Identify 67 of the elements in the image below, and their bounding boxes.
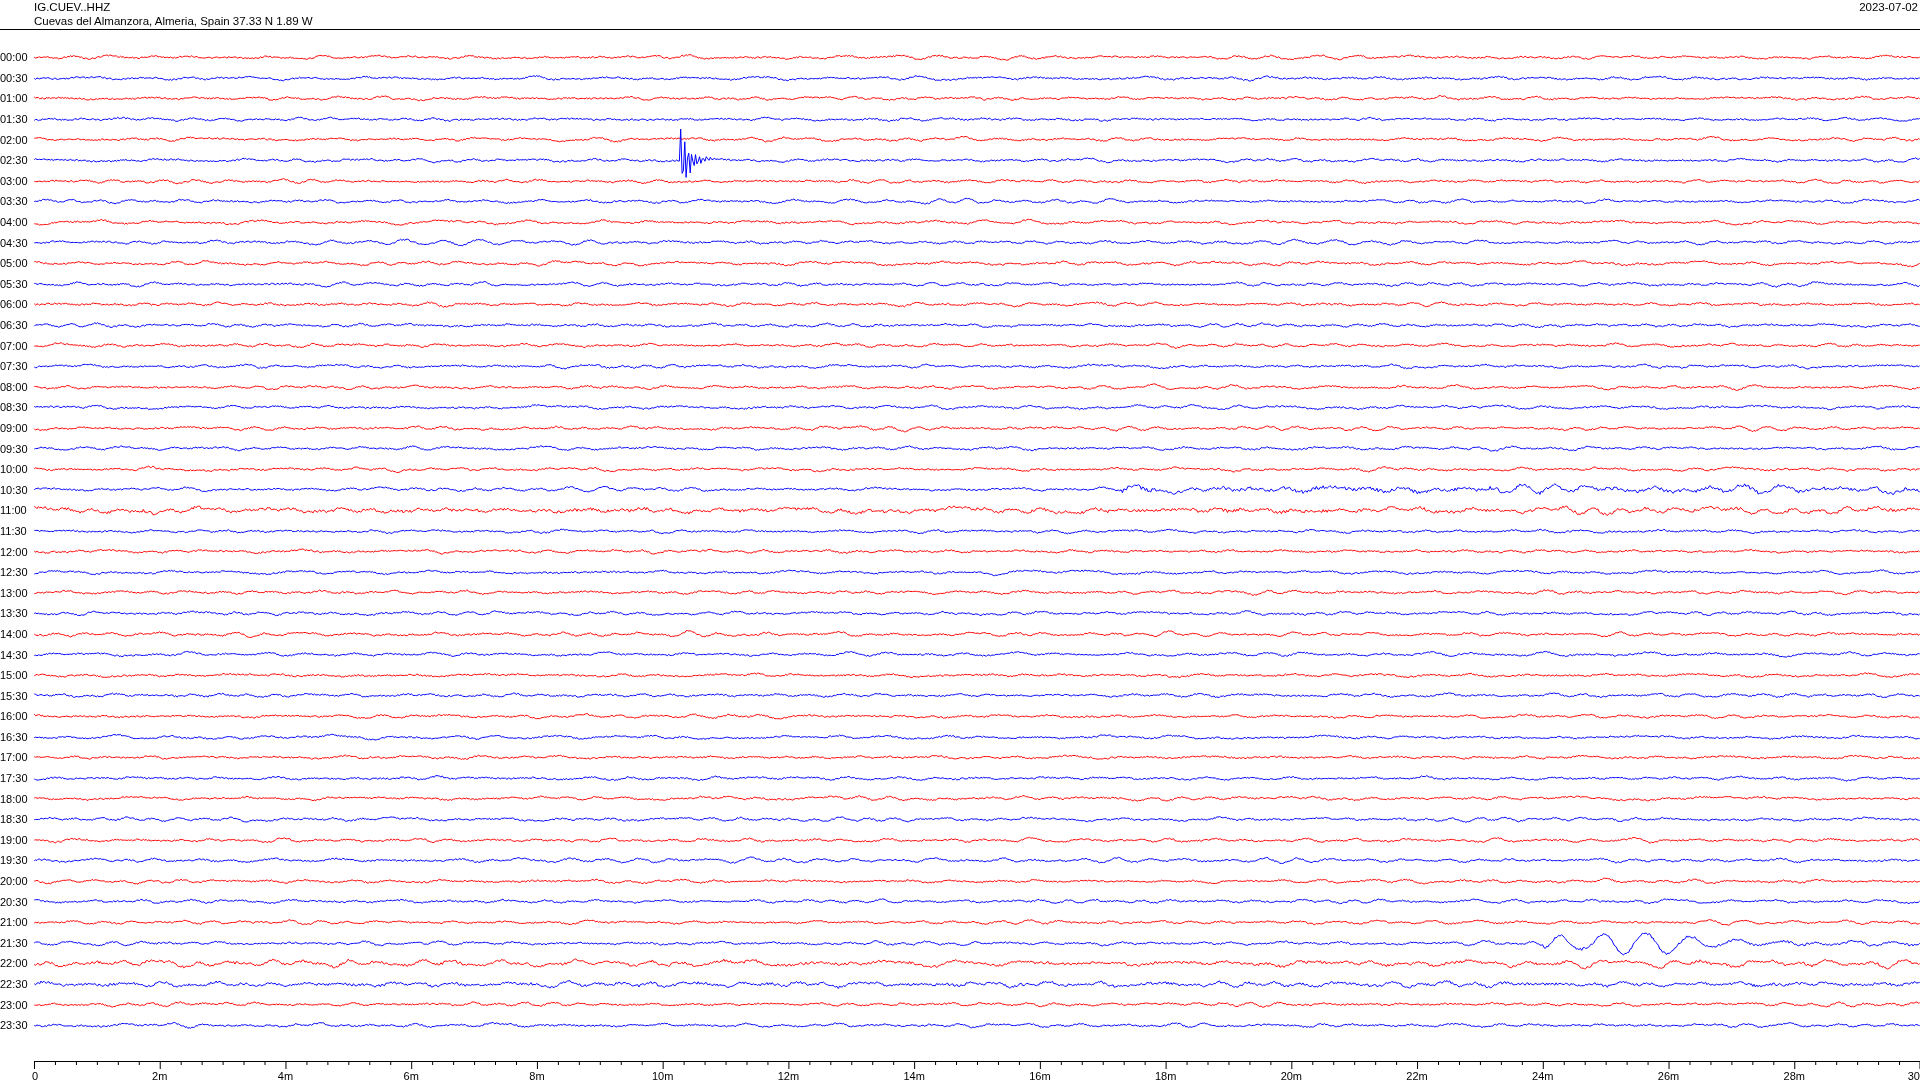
- time-label: 15:00: [0, 669, 29, 682]
- time-label: 11:00: [0, 504, 28, 517]
- tick-label: 14m: [903, 1069, 925, 1080]
- time-label: 10:30: [0, 483, 29, 496]
- time-label: 16:30: [0, 730, 29, 743]
- time-label: 03:30: [0, 195, 29, 208]
- tick-label: 28m: [1783, 1069, 1805, 1080]
- time-label: 10:00: [0, 463, 29, 476]
- time-label: 06:00: [0, 298, 29, 311]
- tick-label: 10m: [651, 1069, 674, 1080]
- time-label: 18:30: [0, 813, 29, 826]
- time-label: 07:00: [0, 339, 29, 352]
- time-label: 04:00: [0, 216, 29, 229]
- time-label: 19:00: [0, 833, 29, 846]
- time-label: 06:30: [0, 319, 29, 331]
- time-label: 05:00: [0, 257, 29, 270]
- date-label: 2023-07-02: [1859, 0, 1919, 15]
- time-label: 02:00: [0, 133, 29, 146]
- tick-label: 4m: [277, 1069, 294, 1080]
- time-label: 20:00: [0, 875, 29, 888]
- time-label: 09:30: [0, 442, 29, 455]
- time-label: 01:00: [0, 92, 29, 105]
- time-label: 01:30: [0, 113, 29, 126]
- time-label: 21:00: [0, 916, 29, 929]
- time-label: 07:30: [0, 360, 29, 373]
- station-code: IG.CUEV..HHZ: [34, 0, 112, 14]
- time-label: 18:00: [0, 792, 29, 805]
- time-label: 16:00: [0, 710, 29, 723]
- time-label: 00:00: [0, 51, 29, 64]
- time-label: 22:00: [0, 957, 29, 970]
- time-label: 14:30: [0, 648, 29, 661]
- time-label: 20:30: [0, 895, 29, 908]
- time-label: 19:30: [0, 854, 29, 867]
- tick-label: 18m: [1154, 1069, 1177, 1080]
- tick-label: 26m: [1657, 1069, 1680, 1080]
- station-location: Cuevas del Almanzora, Almeria, Spain 37.33 N 1.89 W: [34, 14, 313, 28]
- time-label: 13:00: [0, 586, 29, 599]
- tick-label: 24m: [1532, 1069, 1554, 1080]
- time-label: 21:30: [0, 936, 29, 949]
- tick-label: 12m: [777, 1069, 800, 1080]
- tick-label: 16m: [1029, 1069, 1051, 1080]
- time-label: 02:30: [0, 154, 29, 167]
- time-label: 12:00: [0, 545, 29, 558]
- time-label: 08:30: [0, 401, 29, 414]
- time-label: 17:30: [0, 772, 29, 785]
- time-label: 15:30: [0, 689, 29, 702]
- tick-label: 0: [32, 1069, 39, 1080]
- time-label: 17:00: [0, 751, 29, 764]
- time-label: 14:00: [0, 627, 29, 640]
- tick-label: 30: [1907, 1069, 1920, 1080]
- time-label: 09:00: [0, 422, 29, 434]
- time-label: 23:00: [0, 998, 29, 1011]
- tick-label: 20m: [1280, 1069, 1303, 1080]
- time-label: 03:00: [0, 174, 29, 187]
- tick-label: 2m: [152, 1069, 168, 1080]
- time-label: 13:30: [0, 607, 29, 620]
- time-label: 00:30: [0, 71, 29, 84]
- time-label: 11:30: [0, 524, 28, 537]
- tick-label: 8m: [529, 1069, 545, 1080]
- time-label: 23:30: [0, 1019, 29, 1032]
- time-label: 08:00: [0, 380, 29, 393]
- time-label: 12:30: [0, 566, 29, 579]
- time-label: 05:30: [0, 277, 29, 290]
- tick-label: 22m: [1406, 1069, 1428, 1080]
- time-label: 22:30: [0, 978, 29, 990]
- time-label: 04:30: [0, 236, 29, 249]
- tick-label: 6m: [403, 1069, 419, 1080]
